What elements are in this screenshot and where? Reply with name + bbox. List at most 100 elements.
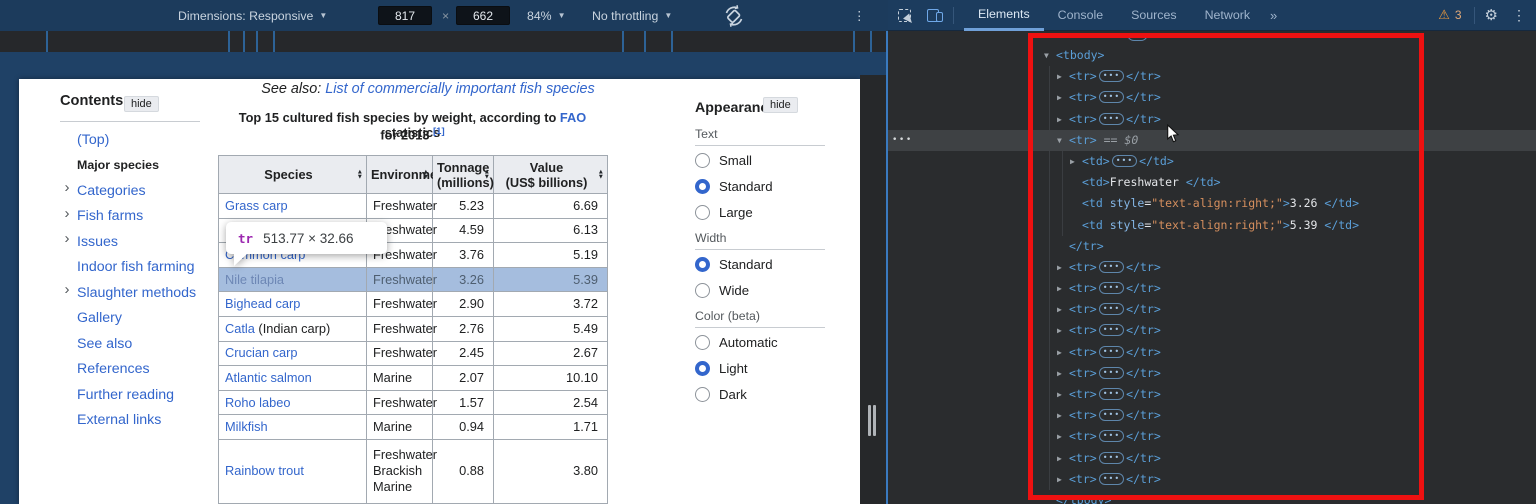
see-also-link[interactable]: List of commercially important fish spec… xyxy=(325,81,595,97)
chevron-right-icon[interactable]: › xyxy=(60,179,74,196)
tree-node-tr[interactable]: ▶<tr>•••</tr> xyxy=(888,66,1536,87)
radio-option-large[interactable]: Large xyxy=(695,199,845,225)
viewport-height-input[interactable] xyxy=(456,6,510,25)
row-actions-icon[interactable]: ••• xyxy=(892,130,913,151)
radio-option-automatic[interactable]: Automatic xyxy=(695,329,845,355)
sidebar-item-further-reading[interactable]: Further reading xyxy=(77,387,174,403)
column-header[interactable]: Tonnage (millions)▲▼ xyxy=(433,156,494,194)
ellipsis-pill-icon[interactable]: ••• xyxy=(1099,388,1124,400)
tree-node-tbody[interactable]: ▼<tbody> xyxy=(888,45,1536,66)
radio-selected-icon[interactable] xyxy=(695,257,710,272)
collapse-arrow-icon[interactable]: ▶ xyxy=(1057,257,1069,278)
viewport-resize-handle[interactable] xyxy=(868,405,879,436)
radio-icon[interactable] xyxy=(695,335,710,350)
sidebar-item-issues[interactable]: Issues xyxy=(77,234,118,250)
sidebar-item-fish-farms[interactable]: Fish farms xyxy=(77,208,143,224)
device-toolbar-menu-icon[interactable]: ⋮ xyxy=(853,0,865,31)
chevron-right-icon[interactable]: › xyxy=(60,281,74,298)
contents-hide-button[interactable]: hide xyxy=(124,96,159,112)
radio-selected-icon[interactable] xyxy=(695,361,710,376)
tab-console[interactable]: Console xyxy=(1044,0,1117,31)
collapse-arrow-icon[interactable]: ▶ xyxy=(1057,363,1069,384)
tree-node-tr[interactable]: ▶<tr>•••</tr> xyxy=(888,469,1536,490)
ellipsis-pill-icon[interactable]: ••• xyxy=(1099,70,1124,82)
tree-node-tr[interactable]: </tr> xyxy=(888,236,1536,257)
collapse-arrow-icon[interactable]: ▶ xyxy=(1057,109,1069,130)
tree-node-tr[interactable]: ▶<tr>•••</tr> xyxy=(888,363,1536,384)
device-toolbar-icon[interactable] xyxy=(911,9,943,22)
ellipsis-pill-icon[interactable]: ••• xyxy=(1099,324,1124,336)
devtools-menu-icon[interactable]: ⋮ xyxy=(1512,7,1526,24)
column-header[interactable]: Value (US$ billions)▲▼ xyxy=(494,156,608,194)
tree-node-td[interactable]: <td style="text-align:right;">5.39 </td> xyxy=(888,215,1536,236)
tab-elements[interactable]: Elements xyxy=(964,0,1044,31)
tree-node-td[interactable]: <td>Freshwater </td> xyxy=(888,172,1536,193)
collapse-arrow-icon[interactable]: ▶ xyxy=(1057,342,1069,363)
tree-node-tr[interactable]: ▶<tr>•••</tr> xyxy=(888,109,1536,130)
tree-node-tr[interactable]: ▶<tr>•••</tr> xyxy=(888,342,1536,363)
sidebar-item--top-[interactable]: (Top) xyxy=(77,132,109,148)
fao-link[interactable]: FAO xyxy=(560,110,586,125)
appearance-hide-button[interactable]: hide xyxy=(763,97,798,113)
species-link[interactable]: Grass carp xyxy=(225,198,288,213)
zoom-dropdown[interactable]: 84% ▼ xyxy=(527,0,566,31)
tree-node-tr[interactable]: ▶<tr>•••</tr> xyxy=(888,384,1536,405)
sidebar-item-see-also[interactable]: See also xyxy=(77,336,132,352)
sidebar-item-gallery[interactable]: Gallery xyxy=(77,310,122,326)
ellipsis-pill-icon[interactable]: ••• xyxy=(1099,261,1124,273)
collapse-arrow-icon[interactable]: ▶ xyxy=(1057,278,1069,299)
species-link[interactable]: Atlantic salmon xyxy=(225,370,312,385)
species-link[interactable]: Crucian carp xyxy=(225,345,298,360)
chevron-right-icon[interactable]: › xyxy=(60,230,74,247)
tree-node-tr[interactable]: ▶<tr>•••</tr> xyxy=(888,87,1536,108)
collapse-arrow-icon[interactable]: ▶ xyxy=(1057,87,1069,108)
sidebar-item-categories[interactable]: Categories xyxy=(77,183,146,199)
tree-node-tr[interactable]: ▶<tr>•••</tr> xyxy=(888,426,1536,447)
column-header[interactable]: Environment▲▼ xyxy=(367,156,433,194)
media-query-strip[interactable] xyxy=(0,31,888,52)
sidebar-item-references[interactable]: References xyxy=(77,361,150,377)
inspect-icon[interactable] xyxy=(888,9,911,22)
collapse-arrow-icon[interactable]: ▶ xyxy=(1057,469,1069,490)
tree-node-tr[interactable]: ▶<tr>•••</tr> xyxy=(888,278,1536,299)
tree-node-td[interactable]: <td style="text-align:right;">3.26 </td> xyxy=(888,193,1536,214)
ellipsis-pill-icon[interactable]: ••• xyxy=(1099,409,1124,421)
collapse-arrow-icon[interactable]: ▶ xyxy=(1070,151,1082,172)
tree-node-tr-selected[interactable]: •••▼<tr> == $0 xyxy=(888,130,1536,151)
sidebar-item-indoor-fish-farming[interactable]: Indoor fish farming xyxy=(77,259,195,275)
radio-option-dark[interactable]: Dark xyxy=(695,381,845,407)
tree-node-tr[interactable]: ▶<tr>•••</tr> xyxy=(888,299,1536,320)
collapse-arrow-icon[interactable]: ▶ xyxy=(1057,384,1069,405)
species-link[interactable]: Catla xyxy=(225,321,255,336)
sidebar-item-slaughter-methods[interactable]: Slaughter methods xyxy=(77,285,196,301)
gear-icon[interactable]: ⚙ xyxy=(1485,6,1498,24)
ellipsis-pill-icon[interactable]: ••• xyxy=(1099,367,1124,379)
expand-arrow-icon[interactable]: ▼ xyxy=(1044,45,1056,66)
ellipsis-pill-icon[interactable]: ••• xyxy=(1099,303,1124,315)
viewport-width-input[interactable] xyxy=(378,6,432,25)
chevron-right-icon[interactable]: › xyxy=(60,205,74,222)
species-link[interactable]: Bighead carp xyxy=(225,296,300,311)
collapse-arrow-icon[interactable]: ▶ xyxy=(1057,66,1069,87)
rotate-icon[interactable] xyxy=(722,0,746,31)
radio-option-wide[interactable]: Wide xyxy=(695,277,845,303)
ellipsis-pill-icon[interactable]: ••• xyxy=(1099,430,1124,442)
radio-option-small[interactable]: Small xyxy=(695,147,845,173)
radio-icon[interactable] xyxy=(695,153,710,168)
tree-node-tr[interactable]: ▶<tr>•••</tr> xyxy=(888,448,1536,469)
throttling-dropdown[interactable]: No throttling ▼ xyxy=(592,0,672,31)
radio-option-light[interactable]: Light xyxy=(695,355,845,381)
ellipsis-pill-icon[interactable]: ••• xyxy=(1099,452,1124,464)
species-link[interactable]: Milkfish xyxy=(225,419,268,434)
radio-icon[interactable] xyxy=(695,387,710,402)
tab-network[interactable]: Network xyxy=(1191,0,1264,31)
sidebar-item-external-links[interactable]: External links xyxy=(77,412,161,428)
collapse-arrow-icon[interactable]: ▶ xyxy=(1057,405,1069,426)
dimensions-dropdown[interactable]: Dimensions: Responsive ▼ xyxy=(178,0,327,31)
tree-node-tr[interactable]: ▶<tr>•••</tr> xyxy=(888,320,1536,341)
reference-link[interactable]: [1] xyxy=(433,126,445,137)
radio-option-standard[interactable]: Standard xyxy=(695,173,845,199)
species-link[interactable]: Roho labeo xyxy=(225,395,290,410)
tree-node-td[interactable]: ▶<td>•••</td> xyxy=(888,151,1536,172)
tree-node-tr[interactable]: ▶<tr>•••</tr> xyxy=(888,257,1536,278)
